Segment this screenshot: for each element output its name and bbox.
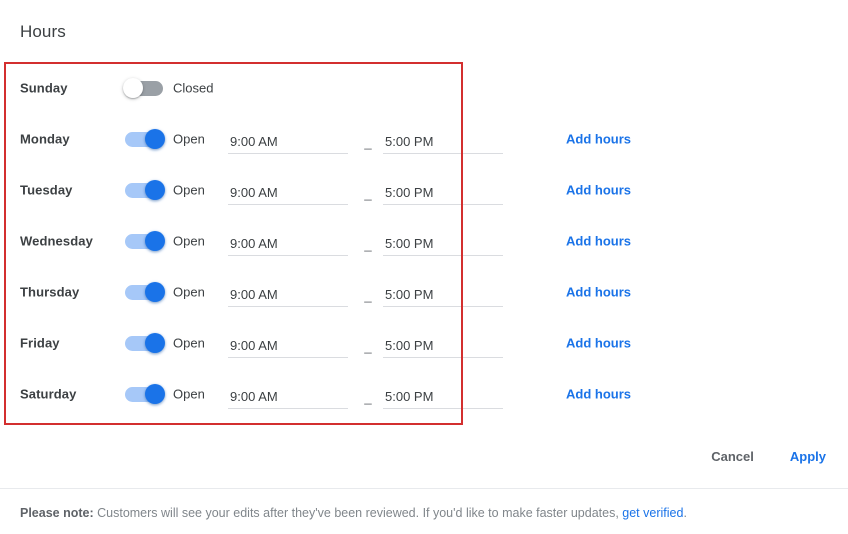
toggle-knob [145,383,165,404]
opening-time-input[interactable]: 9:00 AM [228,379,348,409]
day-label: Thursday [20,284,80,299]
day-label: Monday [20,131,70,146]
add-hours-link[interactable]: Add hours [566,131,631,146]
open-closed-toggle[interactable] [123,230,165,251]
day-label: Friday [20,335,60,350]
opening-time-value: 9:00 AM [230,388,278,404]
footer-note: Please note: Customers will see your edi… [20,504,687,522]
closing-time-value: 5:00 PM [385,388,434,404]
closing-time-input[interactable]: 5:00 PM [383,379,503,409]
footer-actions: Cancel Apply [711,449,826,464]
day-row: Tuesday Open 9:00 AM _ 5:00 PM Add hours [0,164,848,215]
opening-time-input[interactable]: 9:00 AM [228,226,348,256]
day-label: Sunday [20,80,68,95]
open-closed-toggle[interactable] [123,383,165,404]
day-label: Tuesday [20,182,73,197]
hours-editor-panel: Hours Sunday Closed Monday Open 9:00 AM _ 5:00… [0,0,848,534]
opening-time-value: 9:00 AM [230,133,278,149]
open-state-label: Open [173,386,205,401]
add-hours-link[interactable]: Add hours [566,182,631,197]
time-range-separator: _ [364,185,372,201]
toggle-knob [145,179,165,200]
time-range-separator: _ [364,338,372,354]
toggle-knob [145,230,165,251]
closing-time-value: 5:00 PM [385,286,434,302]
open-closed-toggle[interactable] [123,128,165,149]
hours-day-list: Sunday Closed Monday Open 9:00 AM _ 5:00 PM Add… [0,62,848,419]
open-closed-toggle[interactable] [123,332,165,353]
apply-button[interactable]: Apply [790,449,826,464]
closing-time-input[interactable]: 5:00 PM [383,175,503,205]
day-row: Friday Open 9:00 AM _ 5:00 PM Add hours [0,317,848,368]
time-range-separator: _ [364,287,372,303]
time-range-separator: _ [364,389,372,405]
opening-time-value: 9:00 AM [230,286,278,302]
cancel-button[interactable]: Cancel [711,449,754,464]
closing-time-value: 5:00 PM [385,235,434,251]
toggle-knob [145,332,165,353]
closing-time-input[interactable]: 5:00 PM [383,277,503,307]
day-row: Thursday Open 9:00 AM _ 5:00 PM Add hours [0,266,848,317]
open-state-label: Open [173,335,205,350]
time-range-separator: _ [364,236,372,252]
page-title: Hours [20,22,66,41]
opening-time-input[interactable]: 9:00 AM [228,328,348,358]
open-state-label: Open [173,233,205,248]
day-row: Saturday Open 9:00 AM _ 5:00 PM Add hours [0,368,848,419]
opening-time-input[interactable]: 9:00 AM [228,277,348,307]
open-closed-toggle[interactable] [123,281,165,302]
closing-time-value: 5:00 PM [385,337,434,353]
add-hours-link[interactable]: Add hours [566,335,631,350]
get-verified-link[interactable]: get verified [622,506,683,520]
toggle-knob [123,77,143,98]
opening-time-input[interactable]: 9:00 AM [228,124,348,154]
add-hours-link[interactable]: Add hours [566,386,631,401]
footer-divider [0,488,848,489]
closing-time-input[interactable]: 5:00 PM [383,226,503,256]
add-hours-link[interactable]: Add hours [566,284,631,299]
closing-time-value: 5:00 PM [385,133,434,149]
day-label: Wednesday [20,233,93,248]
day-row: Monday Open 9:00 AM _ 5:00 PM Add hours [0,113,848,164]
open-state-label: Open [173,284,205,299]
open-state-label: Open [173,182,205,197]
add-hours-link[interactable]: Add hours [566,233,631,248]
footer-note-suffix: . [683,506,687,520]
opening-time-value: 9:00 AM [230,235,278,251]
toggle-knob [145,128,165,149]
closing-time-input[interactable]: 5:00 PM [383,328,503,358]
open-state-label: Open [173,131,205,146]
time-range-separator: _ [364,134,372,150]
footer-note-strong: Please note: [20,506,94,520]
day-row: Sunday Closed [0,62,848,113]
closing-time-value: 5:00 PM [385,184,434,200]
footer-note-text: Customers will see your edits after they… [93,506,623,520]
open-state-label: Closed [173,80,214,95]
closing-time-input[interactable]: 5:00 PM [383,124,503,154]
opening-time-value: 9:00 AM [230,337,278,353]
opening-time-value: 9:00 AM [230,184,278,200]
opening-time-input[interactable]: 9:00 AM [228,175,348,205]
open-closed-toggle[interactable] [123,77,165,98]
open-closed-toggle[interactable] [123,179,165,200]
day-row: Wednesday Open 9:00 AM _ 5:00 PM Add hours [0,215,848,266]
day-label: Saturday [20,386,77,401]
toggle-knob [145,281,165,302]
